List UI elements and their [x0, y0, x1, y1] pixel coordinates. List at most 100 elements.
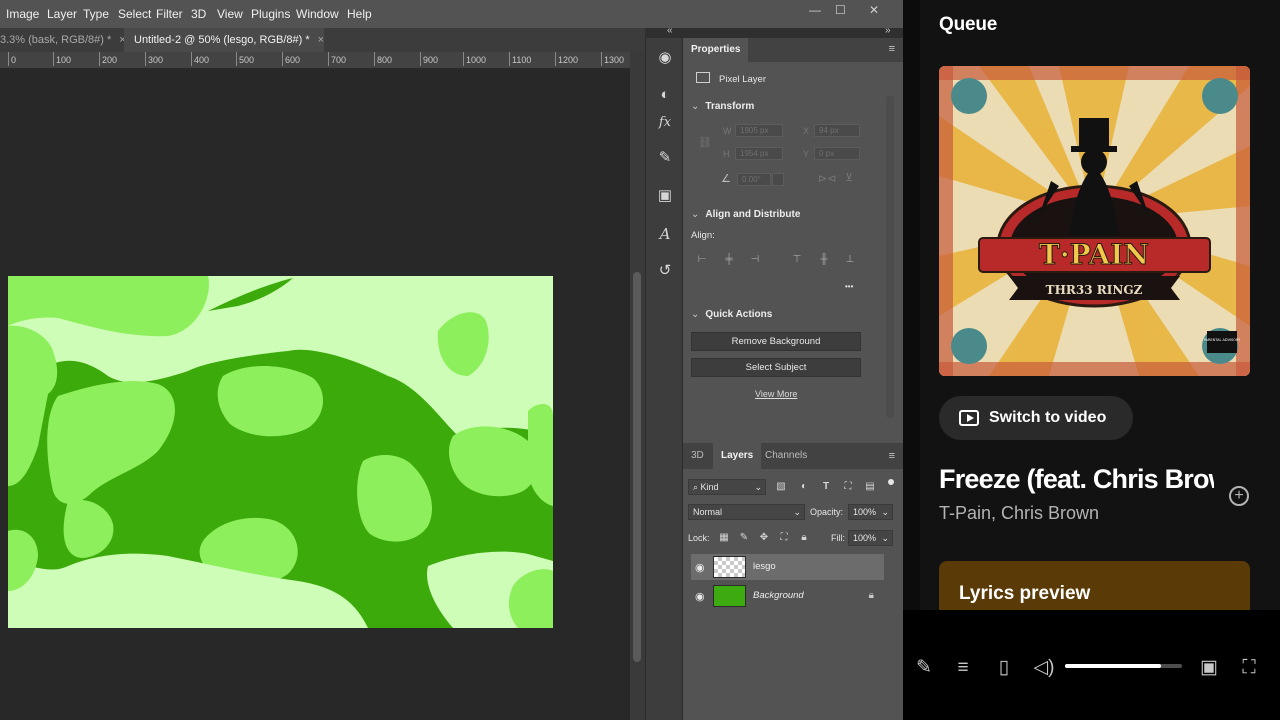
opacity-field[interactable]: 100% ⌄ [848, 504, 893, 520]
angle-dropdown[interactable] [772, 173, 784, 186]
microphone-icon[interactable]: ✎ [912, 656, 936, 680]
lock-image-icon[interactable]: ✎ [738, 532, 750, 544]
menu-help[interactable]: Help [347, 7, 372, 21]
properties-scrollbar[interactable] [886, 96, 894, 418]
menu-layer[interactable]: Layer [47, 7, 77, 21]
align-center-h-icon[interactable]: ╪ [723, 254, 735, 266]
maximize-button[interactable]: ☐ [835, 3, 846, 17]
more-options-icon[interactable]: ••• [845, 282, 853, 291]
history-icon[interactable]: ↺ [655, 261, 675, 281]
collapse-right-icon[interactable]: » [885, 25, 891, 36]
quick-actions-title: Quick Actions [705, 309, 773, 320]
align-title: Align and Distribute [705, 209, 801, 220]
layer-name[interactable]: lesgo [753, 561, 776, 572]
lock-transparent-icon[interactable]: ▦ [718, 532, 730, 544]
visibility-eye-icon[interactable]: ◉ [695, 561, 705, 574]
filter-type-icon[interactable]: T [820, 481, 832, 493]
tab-3d[interactable]: 3D [683, 443, 712, 469]
scrollbar-thumb[interactable] [633, 272, 641, 662]
clone-source-icon[interactable]: ▣ [655, 186, 675, 206]
menu-filter[interactable]: Filter [156, 7, 183, 21]
queue-icon[interactable]: ≡ [951, 656, 975, 680]
menu-select[interactable]: Select [118, 7, 151, 21]
lock-all-icon[interactable]: 🔒︎ [798, 532, 810, 544]
align-section-header[interactable]: ⌄ Align and Distribute [691, 209, 800, 220]
y-label: Y [803, 149, 810, 159]
miniplayer-icon[interactable]: ▣ [1197, 656, 1221, 680]
artwork-canvas[interactable] [8, 276, 553, 628]
align-left-icon[interactable]: ⊢ [696, 254, 708, 266]
player-controls-bar: ✎ ≡ ▯ ◁) ▣ ⛶ [903, 610, 1280, 720]
fx-styles-icon[interactable]: fx [655, 113, 675, 133]
menu-view[interactable]: View [217, 7, 243, 21]
angle-field[interactable]: 0.00° [737, 173, 771, 186]
x-field[interactable]: 94 px [814, 124, 860, 137]
link-dimensions-icon[interactable]: ⛓ [698, 136, 712, 149]
visibility-eye-icon[interactable]: ◉ [695, 590, 705, 603]
chevron-down-icon: ⌄ [691, 209, 700, 220]
tab-layers[interactable]: Layers [713, 443, 762, 469]
close-tab-icon[interactable]: × [318, 28, 324, 52]
menu-image[interactable]: Image [6, 7, 39, 21]
transform-section-header[interactable]: ⌄ Transform [691, 101, 754, 112]
view-more-link[interactable]: View More [755, 389, 797, 399]
switch-to-video-button[interactable]: Switch to video [939, 396, 1133, 440]
height-field[interactable]: 1954 px [735, 147, 783, 160]
layer-row-background[interactable]: ◉ Background 🔒︎ [691, 583, 884, 609]
close-window-button[interactable]: ✕ [869, 3, 879, 17]
ruler-tick: 800 [373, 52, 393, 66]
character-icon[interactable]: A [655, 224, 675, 244]
volume-icon[interactable]: ◁) [1032, 656, 1056, 680]
brush-settings-icon[interactable]: ✎ [655, 148, 675, 168]
flip-horizontal-icon[interactable]: ⊳⊲ [818, 172, 836, 185]
panel-menu-icon[interactable]: ≡ [889, 450, 895, 462]
blend-mode-select[interactable]: Normal ⌄ [688, 504, 805, 520]
filter-smart-object-icon[interactable]: ▤ [864, 481, 876, 493]
add-to-library-icon[interactable]: + [1229, 486, 1249, 506]
menu-plugins[interactable]: Plugins [251, 7, 290, 21]
quick-actions-header[interactable]: ⌄ Quick Actions [691, 309, 772, 320]
volume-slider[interactable] [1065, 664, 1182, 668]
tab-channels[interactable]: Channels [757, 443, 815, 469]
layer-row-lesgo[interactable]: ◉ lesgo [691, 554, 884, 580]
menu-3d[interactable]: 3D [191, 7, 206, 21]
song-artist[interactable]: T-Pain, Chris Brown [939, 503, 1099, 524]
lyrics-preview-card[interactable]: Lyrics preview [939, 561, 1250, 610]
align-right-icon[interactable]: ⊣ [749, 254, 761, 266]
y-field[interactable]: 0 px [814, 147, 860, 160]
lock-position-icon[interactable]: ✥ [758, 532, 770, 544]
panel-menu-icon[interactable]: ≡ [889, 43, 895, 55]
filter-toggle-icon[interactable] [888, 479, 894, 485]
filter-pixel-icon[interactable]: ▧ [775, 481, 787, 493]
filter-shape-icon[interactable]: ⛶ [842, 481, 854, 493]
opacity-value: 100% [853, 507, 877, 517]
song-title[interactable]: Freeze (feat. Chris Brown) [939, 464, 1214, 495]
menu-window[interactable]: Window [296, 7, 339, 21]
collapse-left-icon[interactable]: « [667, 25, 673, 36]
canvas-area[interactable] [0, 69, 630, 720]
adjustments-icon[interactable]: ◐ [655, 85, 675, 105]
fullscreen-icon[interactable]: ⛶ [1237, 656, 1261, 680]
filter-adjustment-icon[interactable]: ◐ [798, 481, 810, 493]
width-field[interactable]: 1905 px [735, 124, 783, 137]
doc-tab-bask[interactable]: 3.3% (bask, RGB/8#) * × [0, 28, 126, 52]
kind-filter-select[interactable]: ⌕ Kind ⌄ [688, 479, 766, 495]
fill-field[interactable]: 100% ⌄ [848, 530, 893, 546]
layer-name[interactable]: Background [753, 590, 804, 601]
remove-background-button[interactable]: Remove Background [691, 332, 861, 351]
flip-vertical-icon[interactable]: ⊻ [845, 171, 853, 184]
minimize-button[interactable]: — [809, 3, 821, 17]
width-label: W [723, 126, 732, 136]
connect-device-icon[interactable]: ▯ [992, 656, 1016, 680]
lock-artboard-icon[interactable]: ⛶ [778, 532, 790, 544]
menu-type[interactable]: Type [83, 7, 109, 21]
align-top-icon[interactable]: ⊤ [791, 254, 803, 266]
doc-tab-untitled-2[interactable]: Untitled-2 @ 50% (lesgo, RGB/8#) * × [124, 28, 324, 52]
align-middle-v-icon[interactable]: ╫ [818, 254, 830, 266]
ruler-tick: 200 [98, 52, 118, 66]
learn-icon[interactable]: ◉ [655, 48, 675, 68]
canvas-scrollbar[interactable] [630, 52, 645, 720]
select-subject-button[interactable]: Select Subject [691, 358, 861, 377]
tab-properties[interactable]: Properties [683, 38, 749, 62]
align-bottom-icon[interactable]: ⊥ [844, 254, 856, 266]
